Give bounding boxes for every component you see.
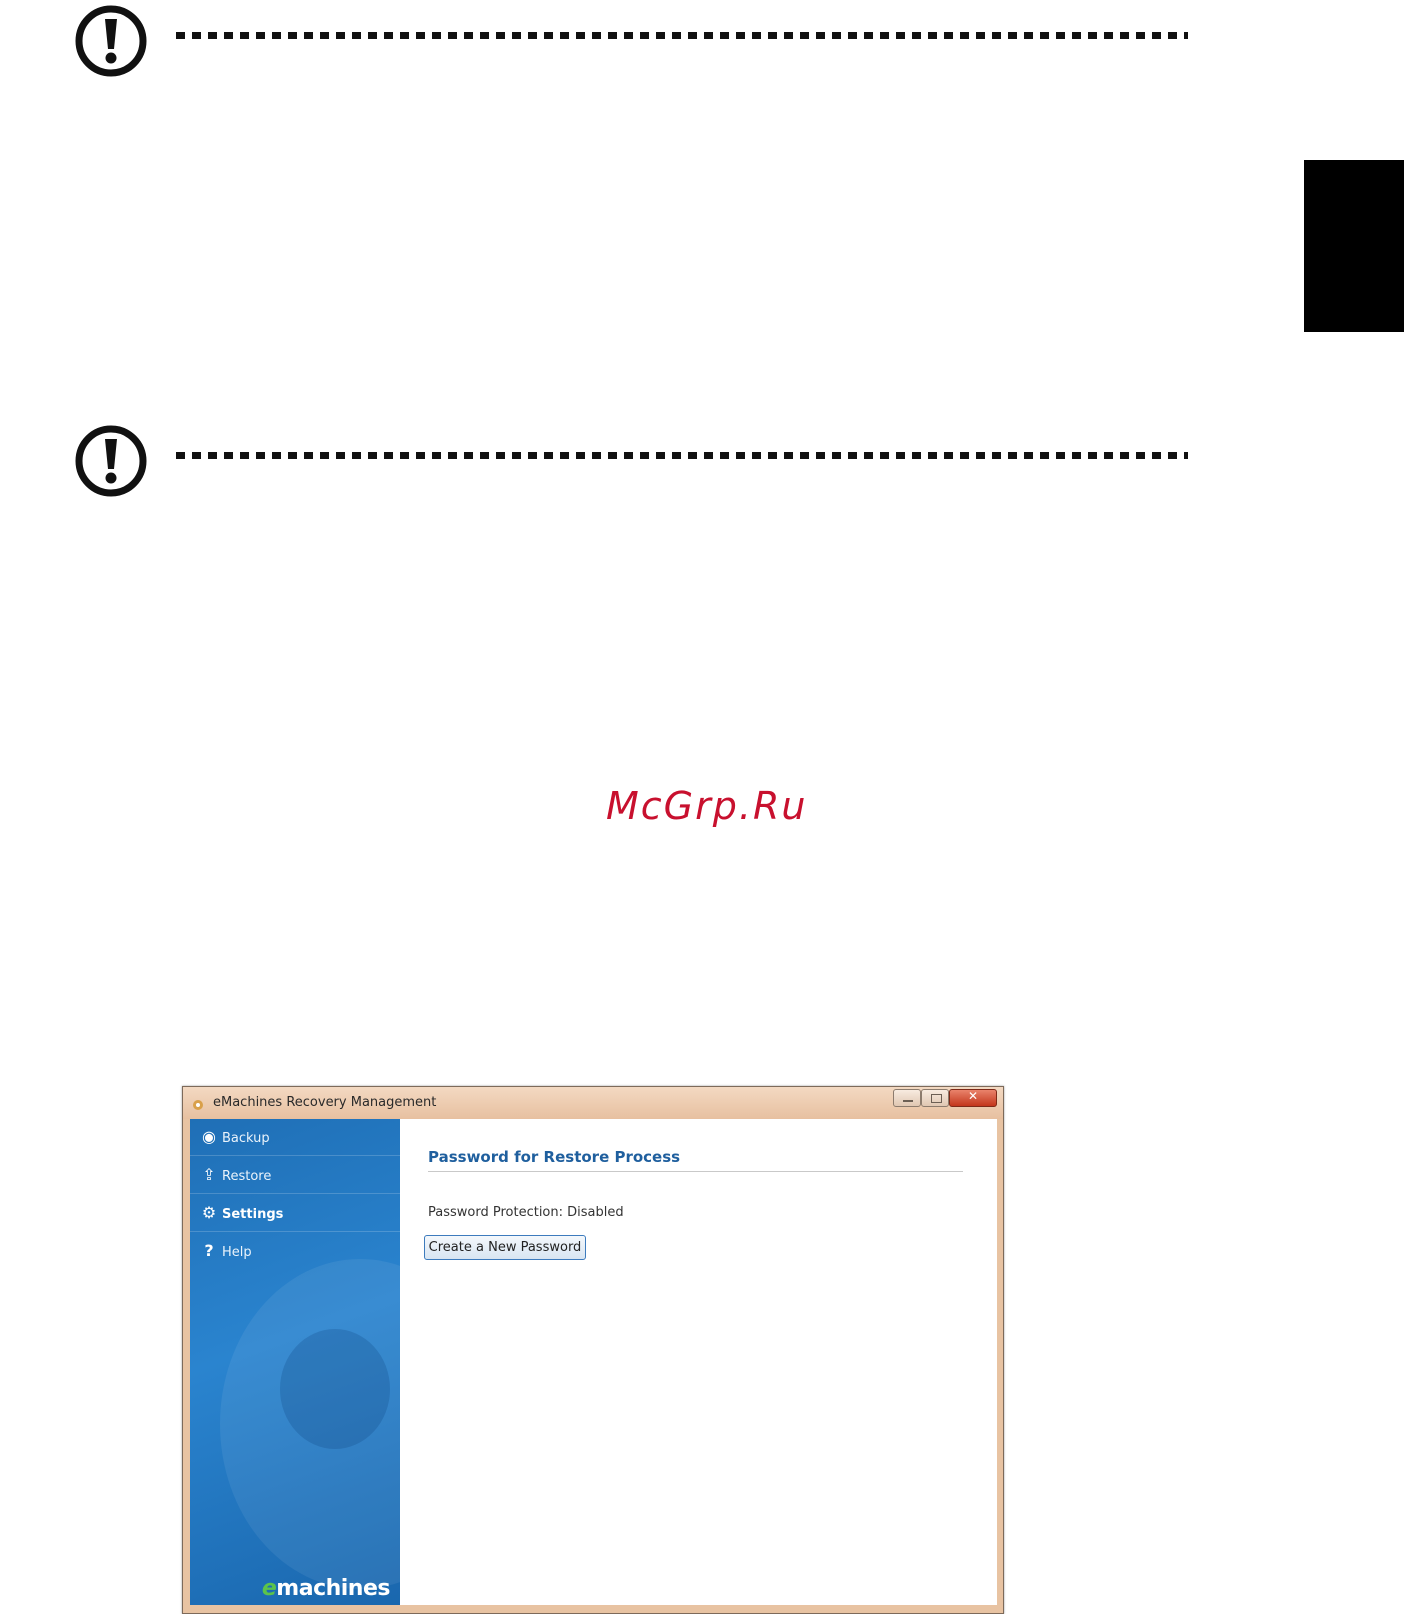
title-bar: eMachines Recovery Management ✕ [183,1087,1003,1119]
minimize-button[interactable] [893,1089,921,1107]
watermark: McGrp.Ru [606,784,808,828]
password-status: Password Protection: Disabled [428,1205,624,1220]
panel-heading: Password for Restore Process [428,1148,681,1166]
recovery-management-window: eMachines Recovery Management ✕ ◉ Backup… [182,1086,1004,1614]
dotted-separator [176,32,1188,39]
close-icon: ✕ [967,1089,979,1103]
sidebar-item-label: Help [222,1245,252,1260]
sidebar-item-label: Restore [222,1169,272,1184]
sidebar-item-label: Settings [222,1207,284,1222]
gear-icon: ⚙ [201,1203,217,1222]
window-title: eMachines Recovery Management [213,1095,437,1110]
app-icon [193,1100,203,1110]
create-password-button[interactable]: Create a New Password [424,1235,586,1260]
sidebar-item-help[interactable]: ? Help [190,1233,400,1270]
exclamation-circle-icon [75,5,147,77]
chapter-side-tab [1304,160,1404,332]
restore-icon: ⇪ [202,1165,216,1184]
backup-icon: ◉ [202,1127,216,1146]
exclamation-circle-icon [75,425,147,497]
sidebar: ◉ Backup ⇪ Restore ⚙ Settings ? Help ema… [190,1119,400,1605]
sidebar-item-backup[interactable]: ◉ Backup [190,1119,400,1156]
close-button[interactable]: ✕ [949,1089,997,1107]
sidebar-item-settings[interactable]: ⚙ Settings [190,1195,400,1232]
help-icon: ? [204,1241,214,1260]
sidebar-item-label: Backup [222,1131,270,1146]
emachines-logo: emachines [261,1576,391,1601]
maximize-button[interactable] [921,1089,949,1107]
heading-divider [428,1171,963,1172]
dotted-separator [176,452,1188,459]
sidebar-item-restore[interactable]: ⇪ Restore [190,1157,400,1194]
settings-panel: Password for Restore Process Password Pr… [400,1119,997,1605]
